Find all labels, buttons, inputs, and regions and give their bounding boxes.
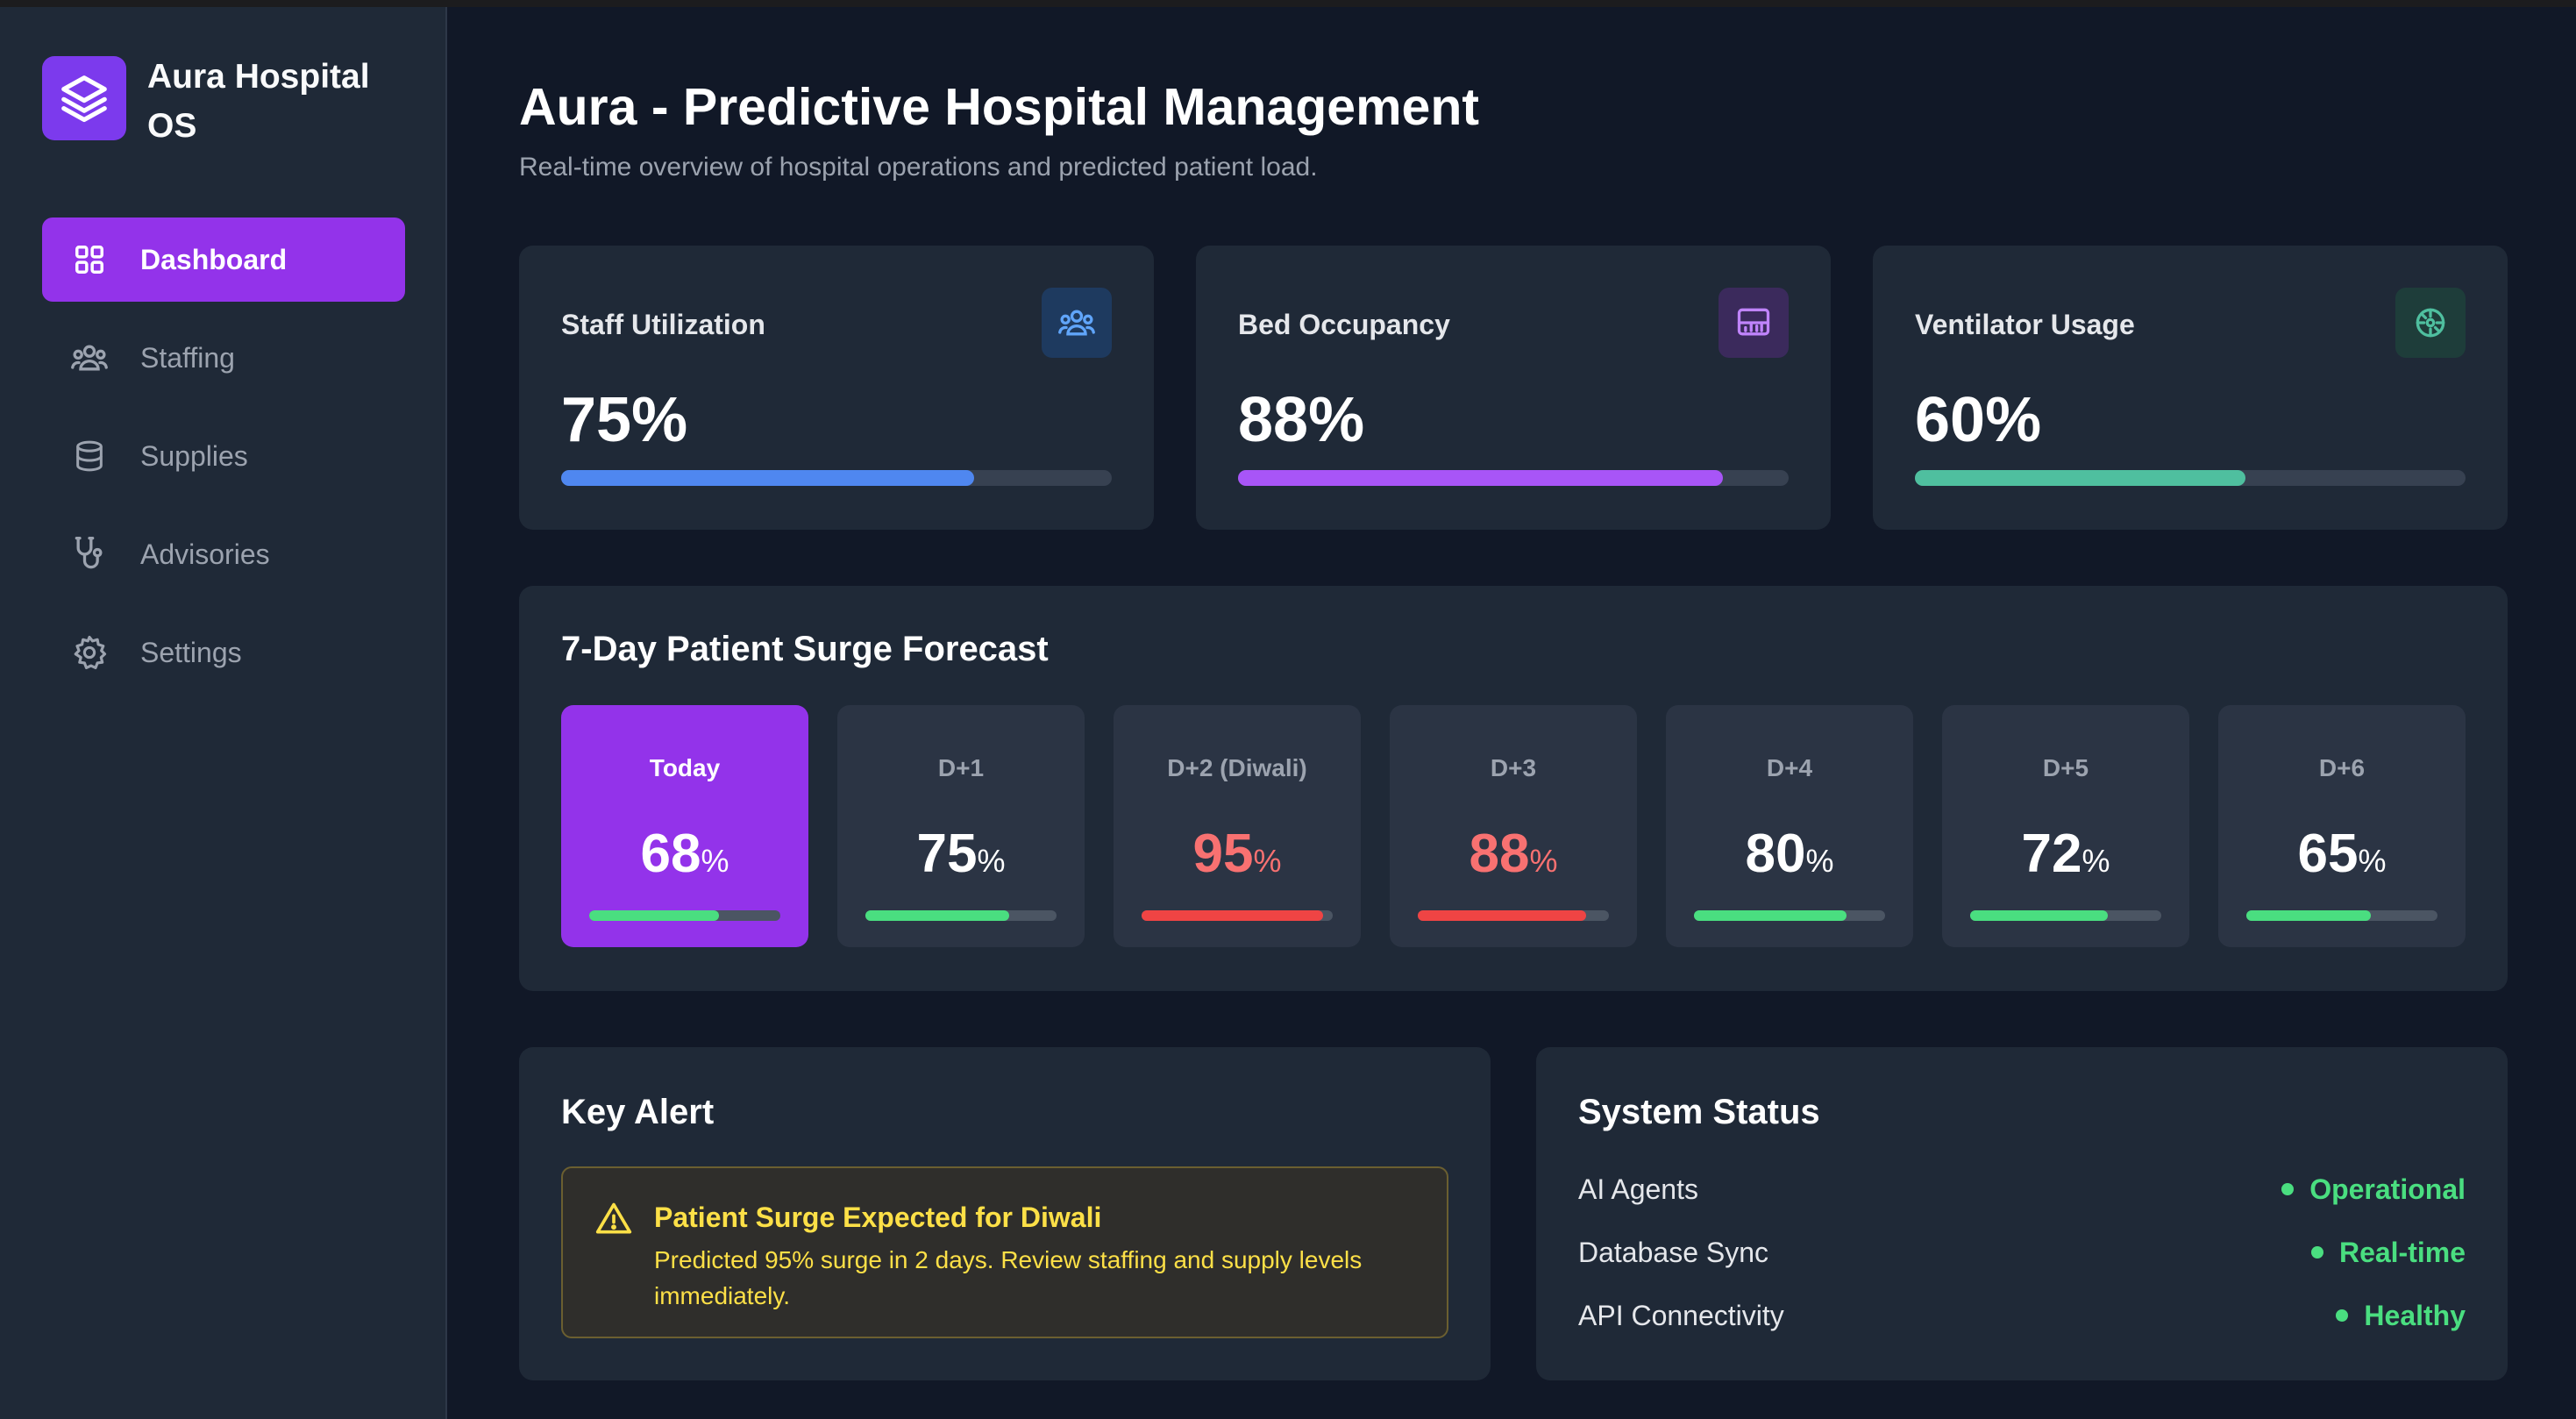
users-icon [1042,288,1112,358]
progress-track [561,470,1112,486]
forecast-day-value: 68% [640,824,729,884]
forecast-day-label: D+3 [1490,754,1537,781]
forecast-day-card[interactable]: Today 68% [561,705,808,947]
sidebar-item-settings[interactable]: Settings [42,610,405,695]
system-status-panel: System Status AI Agents Operational Data… [1536,1047,2508,1380]
forecast-day-fill [1970,910,2108,921]
forecast-day-card[interactable]: D+1 75% [837,705,1085,947]
sidebar-item-supplies[interactable]: Supplies [42,414,405,498]
stat-value: 75% [561,385,688,455]
stat-label: Bed Occupancy [1238,309,1450,340]
forecast-day-value: 95% [1192,824,1282,884]
sidebar-item-label: Supplies [140,439,248,472]
layers-icon [42,56,126,140]
status-row-ai-agents: AI Agents Operational [1578,1168,2466,1210]
alert-title: Patient Surge Expected for Diwali [654,1202,1102,1233]
status-dot [2281,1183,2295,1195]
system-status-title: System Status [1578,1093,1820,1131]
forecast-day-card[interactable]: D+6 65% [2218,705,2466,947]
forecast-title: 7-Day Patient Surge Forecast [561,630,1049,668]
forecast-day-label: Today [649,754,721,781]
sidebar: Aura Hospital OS Dashboard Staffing Supp… [0,7,447,1419]
status-value: Real-time [2310,1237,2466,1269]
forecast-day-track [1694,910,1885,921]
forecast-day-track [1970,910,2161,921]
alert-box[interactable]: Patient Surge Expected for Diwali Predic… [561,1166,1448,1338]
app-name: Aura Hospital OS [147,58,370,145]
forecast-day-label: D+5 [2042,754,2089,781]
stat-label: Staff Utilization [561,309,765,340]
forecast-day-card[interactable]: D+4 80% [1666,705,1913,947]
progress-fill [1915,470,2245,486]
status-dot [2336,1309,2349,1322]
forecast-day-label: D+2 (Diwali) [1167,754,1307,781]
forecast-day-value: 80% [1745,824,1834,884]
grid-icon [70,240,109,279]
stat-value: 60% [1915,385,2042,455]
forecast-day-fill [865,910,1009,921]
status-dot [2310,1246,2323,1259]
gear-icon [70,633,109,672]
forecast-day-label: D+4 [1766,754,1813,781]
forecast-day-label: D+1 [937,754,985,781]
users-icon [70,339,109,377]
progress-track [1238,470,1789,486]
forecast-day-fill [1418,910,1586,921]
forecast-day-fill [2246,910,2371,921]
status-label: AI Agents [1578,1173,1698,1205]
page-title: Aura - Predictive Hospital Management [519,78,1480,136]
page-subtitle: Real-time overview of hospital operation… [519,153,1318,182]
alert-text: Predicted 95% surge in 2 days. Review st… [654,1246,1363,1309]
progress-fill [1238,470,1723,486]
sidebar-item-advisories[interactable]: Advisories [42,512,405,596]
sidebar-item-staffing[interactable]: Staffing [42,316,405,400]
progress-track [1915,470,2466,486]
forecast-day-value: 65% [2297,824,2387,884]
forecast-day-track [1142,910,1333,921]
sidebar-nav: Dashboard Staffing Supplies Advisories S… [42,217,405,709]
sidebar-item-label: Advisories [140,538,270,570]
key-alert-title: Key Alert [561,1093,715,1131]
status-row-api-connectivity: API Connectivity Healthy [1578,1294,2466,1337]
stat-card-bed-occupancy[interactable]: Bed Occupancy 88% [1196,246,1831,530]
forecast-day-track [1418,910,1609,921]
forecast-day-fill [1694,910,1847,921]
status-value: Operational [2281,1173,2466,1206]
forecast-day-value: 88% [1469,824,1558,884]
sidebar-item-label: Staffing [140,341,235,374]
status-label: Database Sync [1578,1236,1769,1268]
forecast-day-track [2246,910,2437,921]
warning-triangle-icon [594,1200,633,1243]
status-value: Healthy [2336,1300,2466,1332]
forecast-day-track [865,910,1057,921]
status-row-database-sync: Database Sync Real-time [1578,1231,2466,1273]
forecast-day-fill [1142,910,1324,921]
stat-card-ventilator-usage[interactable]: Ventilator Usage 60% [1873,246,2508,530]
forecast-day-value: 75% [916,824,1006,884]
database-icon [70,437,109,475]
forecast-day-card[interactable]: D+5 72% [1942,705,2189,947]
status-label: API Connectivity [1578,1299,1784,1331]
stat-label: Ventilator Usage [1915,309,2135,340]
stethoscope-icon [70,535,109,574]
forecast-day-card[interactable]: D+2 (Diwali) 95% [1114,705,1361,947]
sidebar-item-dashboard[interactable]: Dashboard [42,217,405,302]
window-top-edge [0,0,2576,7]
brand[interactable]: Aura Hospital OS [42,56,410,151]
forecast-panel: 7-Day Patient Surge Forecast Today 68% D+1… [519,586,2508,991]
stat-card-staff-utilization[interactable]: Staff Utilization 75% [519,246,1154,530]
key-alert-panel: Key Alert Patient Surge Expected for Diw… [519,1047,1491,1380]
progress-fill [561,470,974,486]
ventilator-icon [2395,288,2466,358]
bed-monitor-icon [1719,288,1789,358]
forecast-day-track [589,910,780,921]
sidebar-item-label: Settings [140,636,242,668]
forecast-day-label: D+6 [2318,754,2366,781]
forecast-day-value: 72% [2021,824,2110,884]
stat-value: 88% [1238,385,1365,455]
forecast-day-card[interactable]: D+3 88% [1390,705,1637,947]
sidebar-item-label: Dashboard [140,243,288,275]
forecast-day-fill [589,910,720,921]
